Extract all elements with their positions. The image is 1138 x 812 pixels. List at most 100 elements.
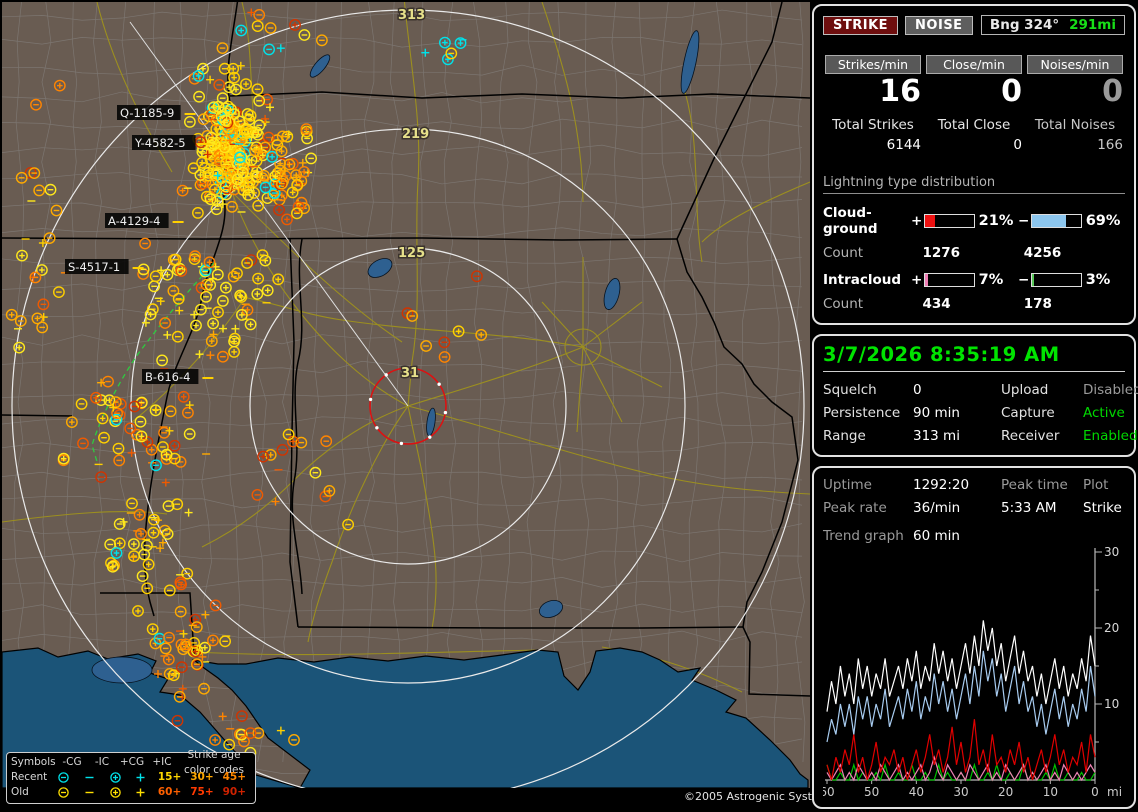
- svg-text:219: 219: [402, 127, 429, 142]
- legend-pcg-label: +CG: [117, 755, 147, 770]
- age-code-15: 15+: [154, 770, 186, 785]
- peak-rate-value: 36/min: [913, 500, 1001, 516]
- svg-text:A-4129-4: A-4129-4: [108, 214, 161, 228]
- age-code-45: 45+: [219, 770, 251, 785]
- total-noises-value: 166: [1027, 137, 1123, 153]
- capture-label: Capture: [1001, 405, 1083, 421]
- distribution-title: Lightning type distribution: [823, 175, 1125, 194]
- legend-ncg-label: -CG: [57, 755, 87, 770]
- noise-mode-button[interactable]: NOISE: [905, 16, 973, 35]
- plot-value: Strike: [1083, 500, 1125, 516]
- intracloud-row: Intracloud + 7% − 3%: [823, 272, 1125, 288]
- minus-icon: [76, 770, 102, 785]
- age-code-60: 60+: [154, 785, 186, 800]
- cloud-ground-count-row: Count 1276 4256: [823, 245, 1125, 261]
- strike-mode-button[interactable]: STRIKE: [823, 16, 898, 35]
- minus-sign: −: [1018, 213, 1031, 229]
- svg-text:10: 10: [1043, 785, 1058, 799]
- total-strikes-value: 6144: [825, 137, 921, 153]
- session-panel: Uptime 1292:20 Peak time Plot Peak rate …: [812, 466, 1136, 809]
- total-noises-label: Total Noises: [1027, 117, 1123, 133]
- session-grid: Uptime 1292:20 Peak time Plot Peak rate …: [823, 477, 1125, 516]
- peak-time-value: 5:33 AM: [1001, 500, 1083, 516]
- ic-minus-count: 178: [1024, 296, 1125, 312]
- circle-minus-icon: [51, 785, 77, 800]
- right-panel-column: STRIKE NOISE Bng 324° 291mi Strikes/min …: [812, 4, 1136, 809]
- strikes-per-min-button[interactable]: Strikes/min: [825, 55, 921, 74]
- legend-pic-label: +IC: [147, 755, 177, 770]
- plus-icon: [128, 785, 154, 800]
- noises-per-min-value: 0: [1027, 75, 1123, 109]
- squelch-value: 0: [913, 382, 1001, 398]
- cloud-ground-row: Cloud-ground + 21% − 69%: [823, 205, 1125, 237]
- svg-text:40: 40: [909, 785, 924, 799]
- count-label: Count: [823, 296, 922, 312]
- capture-value: Active: [1083, 405, 1138, 421]
- noises-per-min-column: Noises/min 0 Total Noises 166: [1027, 55, 1123, 153]
- svg-text:20: 20: [998, 785, 1013, 799]
- cg-plus-count: 1276: [922, 245, 1023, 261]
- age-code-30: 30+: [186, 770, 218, 785]
- legend-old-row: Old 60+ 75+ 90+: [11, 785, 251, 800]
- ic-plus-percent: 7%: [979, 272, 1018, 288]
- range-value: 313 mi: [913, 428, 1001, 444]
- receiver-label: Receiver: [1001, 428, 1083, 444]
- peak-rate-label: Peak rate: [823, 500, 913, 516]
- svg-text:min: min: [1107, 785, 1123, 799]
- intracloud-count-row: Count 434 178: [823, 296, 1125, 312]
- app-window: { "header": { "strike_button": "STRIKE",…: [0, 0, 1138, 812]
- circle-plus-icon: [102, 785, 128, 800]
- legend-symbols-label: Symbols: [11, 755, 57, 770]
- upload-value: Disabled: [1083, 382, 1138, 398]
- bearing-readout: Bng 324° 291mi: [981, 15, 1125, 35]
- status-grid: Squelch 0 Upload Disabled Persistence 90…: [823, 382, 1125, 444]
- trend-graph-label: Trend graph: [823, 528, 913, 544]
- mode-button-row: STRIKE NOISE Bng 324° 291mi: [823, 15, 1125, 35]
- svg-text:50: 50: [864, 785, 879, 799]
- status-panel: 3/7/2026 8:35:19 AM Squelch 0 Upload Dis…: [812, 334, 1136, 457]
- uptime-value: 1292:20: [913, 477, 1001, 493]
- legend-header-row: Symbols -CG -IC +CG +IC Strike age color…: [11, 755, 251, 770]
- noises-per-min-button[interactable]: Noises/min: [1027, 55, 1123, 74]
- close-per-min-button[interactable]: Close/min: [926, 55, 1022, 74]
- minus-sign: −: [1018, 272, 1031, 288]
- svg-text:10: 10: [1104, 697, 1119, 711]
- trend-graph-value: 60 min: [913, 528, 960, 544]
- total-close-label: Total Close: [926, 117, 1022, 133]
- ic-plus-bar: [924, 273, 975, 287]
- trend-chart: 1020306050403020100min: [823, 546, 1123, 800]
- peak-time-label: Peak time: [1001, 477, 1083, 493]
- receiver-value: Enabled: [1083, 428, 1138, 444]
- squelch-label: Squelch: [823, 382, 913, 398]
- close-per-min-column: Close/min 0 Total Close 0: [926, 55, 1022, 153]
- lightning-map[interactable]: 31321912531Q-1185-9Y-4582-5A-4129-4S-451…: [2, 2, 810, 788]
- ic-minus-bar: [1031, 273, 1082, 287]
- cloud-ground-label: Cloud-ground: [823, 205, 911, 237]
- trend-graph-row: Trend graph 60 min: [823, 528, 1125, 544]
- ic-minus-percent: 3%: [1086, 272, 1125, 288]
- svg-text:125: 125: [398, 246, 425, 261]
- lightning-distribution-section: Lightning type distribution Cloud-ground…: [823, 175, 1125, 312]
- uptime-label: Uptime: [823, 477, 913, 493]
- rate-columns: Strikes/min 16 Total Strikes 6144 Close/…: [825, 55, 1123, 153]
- svg-text:S-4517-1: S-4517-1: [68, 260, 120, 274]
- svg-text:B-616-4: B-616-4: [145, 370, 190, 384]
- svg-text:0: 0: [1091, 785, 1099, 799]
- intracloud-label: Intracloud: [823, 272, 911, 288]
- legend-nic-label: -IC: [87, 755, 117, 770]
- cg-minus-percent: 69%: [1086, 213, 1125, 229]
- total-close-value: 0: [926, 137, 1022, 153]
- copyright-text: ©2005 Astrogenic Systems: [684, 790, 810, 803]
- svg-text:20: 20: [1104, 621, 1119, 635]
- close-per-min-value: 0: [926, 75, 1022, 109]
- symbol-legend: Symbols -CG -IC +CG +IC Strike age color…: [6, 752, 256, 804]
- circle-plus-icon: [102, 770, 128, 785]
- legend-old-label: Old: [11, 785, 51, 800]
- plus-sign: +: [911, 213, 924, 229]
- cg-plus-bar: [924, 214, 975, 228]
- bearing-distance: 291mi: [1069, 17, 1116, 33]
- plus-icon: [128, 770, 154, 785]
- svg-text:30: 30: [953, 785, 968, 799]
- svg-text:60: 60: [823, 785, 835, 799]
- map-canvas[interactable]: 31321912531Q-1185-9Y-4582-5A-4129-4S-451…: [2, 2, 810, 788]
